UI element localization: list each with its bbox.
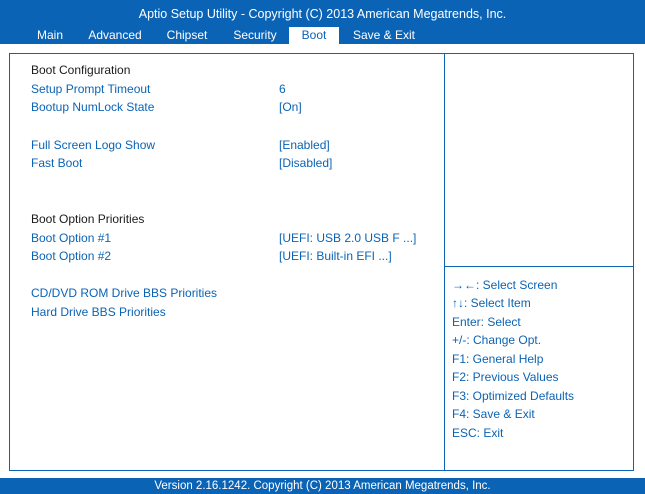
boot-option-2-value[interactable]: [UEFI: Built-in EFI ...]: [279, 249, 392, 263]
full-screen-logo-show-value[interactable]: [Enabled]: [279, 138, 330, 152]
window-title: Aptio Setup Utility - Copyright (C) 2013…: [138, 7, 507, 21]
help-previous-values: F2: Previous Values: [452, 370, 559, 384]
help-select-item: ↑↓: Select Item: [452, 296, 531, 310]
panel-divider: [444, 54, 445, 470]
boot-option-1-label[interactable]: Boot Option #1: [31, 231, 111, 245]
full-screen-logo-show-label[interactable]: Full Screen Logo Show: [31, 138, 155, 152]
setup-prompt-timeout-value[interactable]: 6: [279, 82, 286, 96]
fast-boot-label[interactable]: Fast Boot: [31, 156, 82, 170]
fast-boot-value[interactable]: [Disabled]: [279, 156, 332, 170]
bootup-numlock-state-value[interactable]: [On]: [279, 100, 302, 114]
tab-chipset[interactable]: Chipset: [158, 27, 216, 44]
help-optimized-defaults: F3: Optimized Defaults: [452, 389, 575, 403]
tab-security[interactable]: Security: [225, 27, 285, 44]
boot-option-1-value[interactable]: [UEFI: USB 2.0 USB F ...]: [279, 231, 416, 245]
version-footer: Version 2.16.1242. Copyright (C) 2013 Am…: [0, 478, 645, 494]
setup-prompt-timeout-label[interactable]: Setup Prompt Timeout: [31, 82, 150, 96]
help-divider: [444, 266, 634, 267]
title-bar: Aptio Setup Utility - Copyright (C) 2013…: [0, 0, 645, 44]
hard-drive-bbs-priorities-link[interactable]: Hard Drive BBS Priorities: [31, 305, 166, 319]
tab-save-exit[interactable]: Save & Exit: [345, 27, 423, 44]
help-select-screen: →←: Select Screen: [452, 278, 558, 292]
cd-dvd-bbs-priorities-link[interactable]: CD/DVD ROM Drive BBS Priorities: [31, 286, 217, 300]
tab-advanced[interactable]: Advanced: [81, 27, 149, 44]
bootup-numlock-state-label[interactable]: Bootup NumLock State: [31, 100, 154, 114]
boot-configuration-heading: Boot Configuration: [31, 63, 131, 77]
help-change-opt: +/-: Change Opt.: [452, 333, 542, 347]
help-general-help: F1: General Help: [452, 352, 544, 366]
help-save-exit: F4: Save & Exit: [452, 407, 535, 421]
help-enter-select: Enter: Select: [452, 315, 521, 329]
tab-bar: Main Advanced Chipset Security Boot Save…: [0, 27, 645, 44]
boot-option-2-label[interactable]: Boot Option #2: [31, 249, 111, 263]
tab-main[interactable]: Main: [26, 27, 74, 44]
help-esc-exit: ESC: Exit: [452, 426, 504, 440]
boot-option-priorities-heading: Boot Option Priorities: [31, 212, 145, 226]
tab-boot[interactable]: Boot: [289, 27, 339, 44]
